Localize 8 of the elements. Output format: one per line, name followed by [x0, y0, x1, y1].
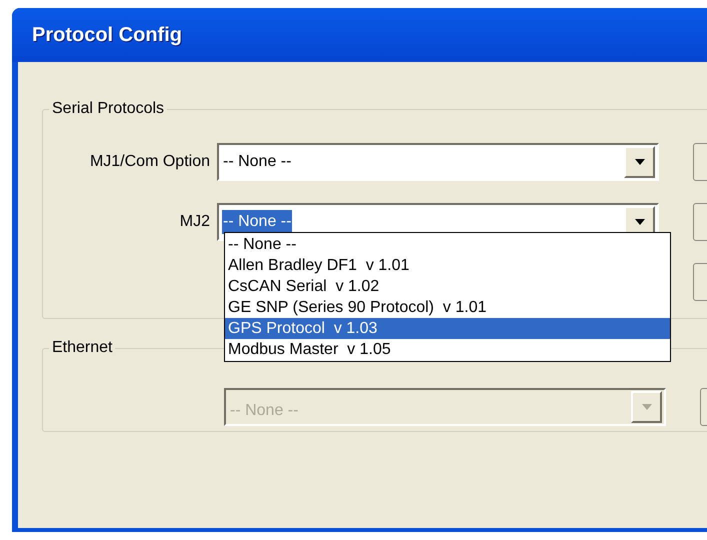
field-label: MJ2: [178, 212, 211, 232]
selected-value: -- None --: [222, 210, 292, 234]
window-title: Protocol Config: [32, 23, 182, 48]
selected-value: -- None --: [229, 401, 300, 421]
group-title: Ethernet: [51, 338, 114, 358]
group-title: Serial Protocols: [51, 99, 166, 119]
field-label: MJ1/Com Option: [88, 152, 211, 172]
selected-value: -- None --: [222, 152, 292, 172]
